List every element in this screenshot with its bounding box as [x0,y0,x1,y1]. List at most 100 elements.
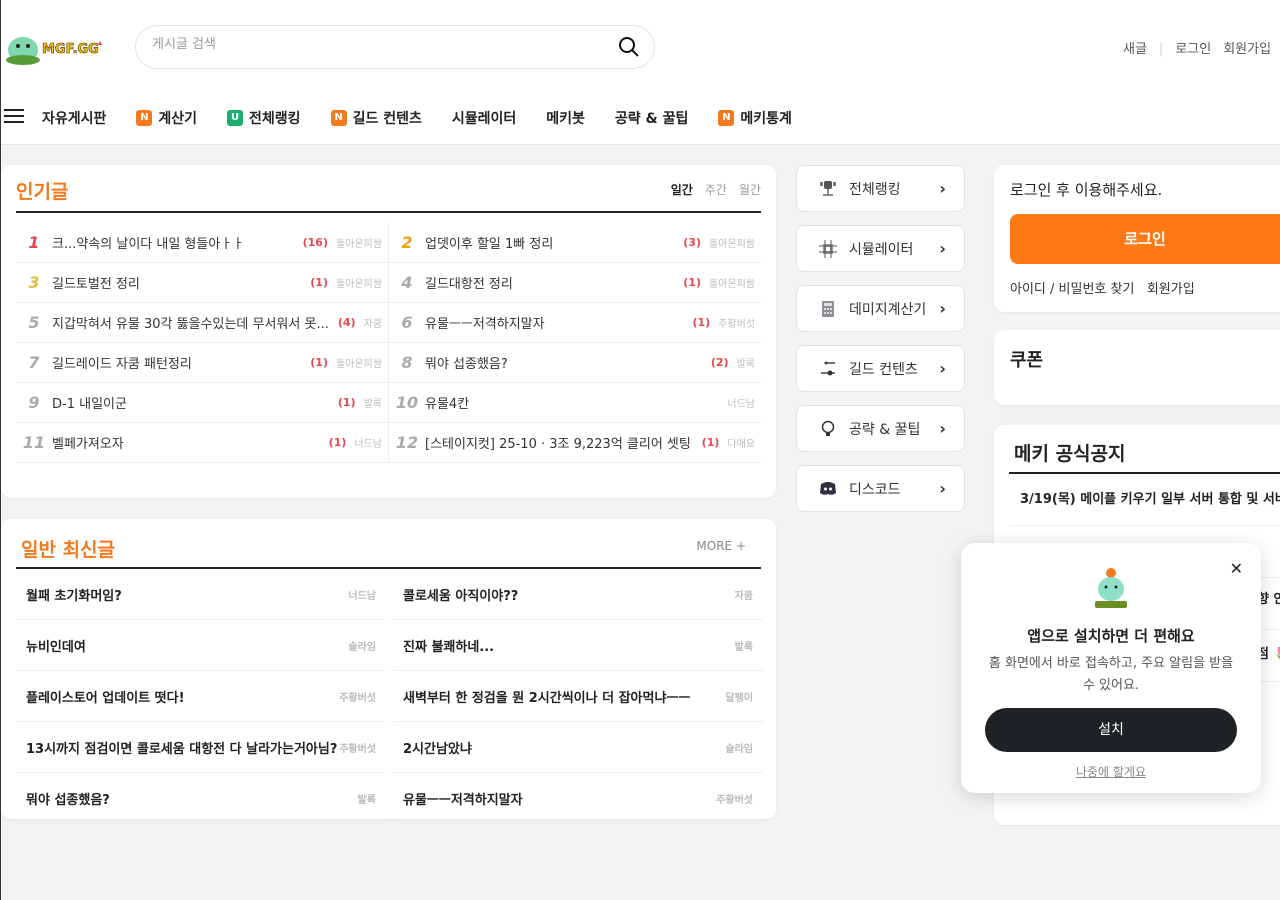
comment-count: (4) [337,316,356,329]
period-tabs: 일간 주간 월간 [659,181,761,198]
latest-post[interactable]: 진짜 불쾌하네... 발록 [393,620,763,671]
mascot-image [1091,565,1131,615]
nav-mekibot[interactable]: 메키봇 [546,108,585,128]
post-author: 슬라임 [348,641,376,653]
nav-ranking[interactable]: U 전체랭킹 [227,108,301,128]
post-author: 돌아온피쌈 [336,239,382,250]
nav-guild-content[interactable]: N 길드 컨텐츠 [330,108,422,128]
header: MGF.GG 새글 | 로그인 회원가입 자유게시판 N 계산기 U 전체랭킹 N 길드 컨… [1,0,1280,145]
search-icon[interactable] [618,36,640,62]
post-title: 유물4칸 [425,397,470,412]
calculator-icon [819,300,837,318]
latest-post[interactable]: 뉴비인데여 슬라임 [16,620,386,671]
popular-post[interactable]: 2 업뎃이후 할일 1빠 정리 (3) 돌아온피쌈 [389,223,761,263]
popup-title: 앱으로 설치하면 더 편해요 [1027,627,1195,645]
popular-post[interactable]: 7 길드레이드 자쿰 패턴정리 (1) 돌아온피쌈 [16,343,389,383]
nav-stats[interactable]: N 메키통계 [718,108,792,128]
signup-link[interactable]: 회원가입 [1147,282,1195,297]
latest-post[interactable]: 유물ㅡㅡ저격하지말자 주황버섯 [393,773,763,824]
post-title: 뭐야 섭종했음? [425,357,508,372]
nav-free-board[interactable]: 자유게시판 [42,108,106,128]
post-title: 진짜 불쾌하네... [403,639,495,655]
install-button[interactable]: 설치 [985,708,1237,752]
popular-post[interactable]: 6 유물ㅡㅡ저격하지말자 (1) 주황버섯 [389,303,761,343]
post-title: 지갑막혀서 유물 30각 뚫을수있는데 무서워서 못... [52,317,329,332]
latest-post[interactable]: 월패 초기화머임? 너드남 [16,569,386,620]
post-title: 뭐야 섭종했음? [26,792,110,808]
quick-link-button[interactable]: 시뮬레이터 › [796,225,965,272]
tab-daily[interactable]: 일간 [671,183,693,197]
svg-text:MGF.GG: MGF.GG [42,42,99,57]
post-title: 뉴비인데여 [26,639,86,655]
popular-post[interactable]: 1 크...약속의 날이다 내일 형들아ㅏㅏ (16) 돌아온피쌈 [16,223,389,263]
post-author: 돌아온피쌈 [709,239,755,250]
divider [16,211,761,213]
nav-label: 계산기 [158,111,198,127]
quick-link-button[interactable]: 디스코드 › [796,465,965,512]
login-button[interactable]: 로그인 [1010,214,1280,264]
comment-count: (1) [310,276,328,289]
post-title: 월패 초기화머임? [26,588,122,604]
tab-weekly[interactable]: 주간 [705,183,727,197]
quick-link-button[interactable]: 데미지계산기 › [796,285,965,332]
quick-link-label: 데미지계산기 [849,301,927,318]
post-title: 길드레이드 자쿰 패턴정리 [52,357,192,372]
hamburger-menu-icon[interactable] [4,108,24,128]
find-account-link[interactable]: 아이디 / 비밀번호 찾기 [1010,282,1134,297]
latest-post[interactable]: 플레이스토어 업데이트 떳다! 주황버섯 [16,671,386,722]
post-title: 플레이스토어 업데이트 떳다! [26,690,185,706]
popular-post[interactable]: 9 D-1 내일이군 (1) 발록 [16,383,389,423]
popular-post[interactable]: 12 [스테이지컷] 25-10 · 3조 9,223억 클리어 셋팅 (1) 다매요 [389,423,761,463]
notice-item[interactable]: 3/19(목) 메이플 키우기 일부 서버 통합 및 서버 [1009,474,1280,526]
post-title: D-1 내일이군 [52,397,127,412]
quick-link-button[interactable]: 전체랭킹 › [796,165,965,212]
rank-number: 6 [401,313,413,332]
quick-link-button[interactable]: 길드 컨텐츠 › [796,345,965,392]
latest-post[interactable]: 뭐야 섭종했음? 발록 [16,773,386,824]
comment-count: (1) [310,356,328,369]
comment-count: (1) [328,436,347,449]
chip-icon [819,239,837,258]
latest-post[interactable]: 13시까지 점검이면 콜로세움 대항전 다 날라가는거아님? 주황버섯 [16,722,386,773]
popular-post[interactable]: 10 유물4칸 너드남 [389,383,761,423]
popular-post[interactable]: 4 길드대항전 정리 (1) 돌아온피쌈 [389,263,761,303]
login-links: 아이디 / 비밀번호 찾기 회원가입 [1010,278,1195,297]
post-author: 자쿰 [734,590,753,602]
latest-post[interactable]: 2시간남았냐 슬라임 [393,722,763,773]
post-title: 13시까지 점검이면 콜로세움 대항전 다 날라가는거아님? [26,741,338,757]
latest-post[interactable]: 콜로세움 아직이야?? 자쿰 [393,569,763,620]
coupon-card: 쿠폰 [994,330,1280,405]
post-author: 돌아온피쌈 [709,279,755,290]
latest-list: 월패 초기화머임? 너드남 콜로세움 아직이야?? 자쿰뉴비인데여 슬라임 진짜 불쾌하네… [16,569,763,824]
quick-link-label: 전체랭킹 [849,181,901,198]
nav-label: 시뮬레이터 [451,111,517,127]
later-link[interactable]: 나중에 할게요 [961,763,1261,780]
popular-post[interactable]: 8 뭐야 섭종했음? (2) 발록 [389,343,761,383]
post-title: 길드토벌전 정리 [52,277,140,292]
more-link[interactable]: MORE + [696,539,746,553]
latest-post[interactable]: 새벽부터 한 정검을 뭔 2시간씩이나 더 잡아먹냐ㅡㅡ 달팽이 [393,671,763,722]
rank-number: 5 [28,313,40,332]
chevron-right-icon: › [939,479,946,498]
nav-label: 메키통계 [740,111,792,127]
popular-post[interactable]: 3 길드토벌전 정리 (1) 돌아온피쌈 [16,263,389,303]
popular-post[interactable]: 11 벨페가져오자 (1) 너드남 [16,423,389,463]
close-icon[interactable]: ✕ [1230,559,1243,578]
chevron-right-icon: › [939,179,946,198]
new-posts-link[interactable]: 새글 [1123,42,1147,57]
nav-calculator[interactable]: N 계산기 [136,108,197,128]
quick-link-button[interactable]: 공략 & 꿀팁 › [796,405,965,452]
popular-post[interactable]: 5 지갑막혀서 유물 30각 뚫을수있는데 무서워서 못... (4) 자쿰 [16,303,389,343]
post-title: 크...약속의 날이다 내일 형들아ㅏㅏ [52,237,245,252]
search-input[interactable] [152,37,592,52]
post-author: 주황버섯 [339,692,376,704]
nav-guides[interactable]: 공략 & 꿀팁 [615,108,688,128]
login-link[interactable]: 로그인 [1175,42,1211,57]
nav-simulator[interactable]: 시뮬레이터 [452,108,516,128]
update-badge: U [227,110,244,126]
signup-link[interactable]: 회원가입 [1223,42,1271,57]
latest-posts-card: 일반 최신글 MORE + 월패 초기화머임? 너드남 콜로세움 아직이야?? 자쿰 뉴… [1,519,776,824]
quick-link-label: 공략 & 꿀팁 [849,421,921,438]
tab-monthly[interactable]: 월간 [739,183,761,197]
site-logo[interactable]: MGF.GG [5,28,105,66]
